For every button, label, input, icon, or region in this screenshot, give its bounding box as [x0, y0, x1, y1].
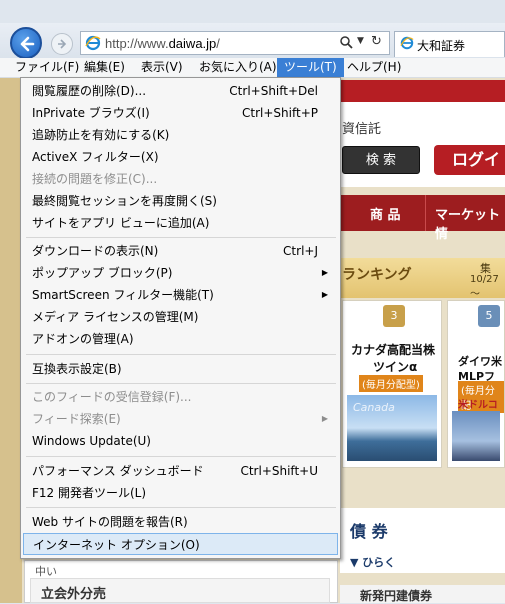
menu-item-delete-history[interactable]: 閲覧履歴の削除(D)... Ctrl+Shift+Del [23, 80, 338, 102]
forward-button[interactable] [51, 33, 73, 55]
menu-item-add-app-view[interactable]: サイトをアプリ ビューに追加(A) [23, 212, 338, 234]
ie-logo-icon [85, 35, 101, 51]
menu-item-smartscreen[interactable]: SmartScreen フィルター機能(T) ▶ [23, 284, 338, 306]
menu-item-inprivate[interactable]: InPrivate ブラウズ(I) Ctrl+Shift+P [23, 102, 338, 124]
refresh-icon[interactable]: ↻ [371, 34, 382, 49]
browser-navbar: http://www.daiwa.jp/ ▼ ↻ 大和証券 [0, 23, 505, 59]
back-arrow-icon [20, 36, 35, 52]
menu-separator [26, 456, 336, 457]
menu-separator [26, 383, 336, 384]
card-title-1: ダイワ米 [458, 355, 502, 368]
back-button[interactable] [10, 27, 42, 59]
menu-tools[interactable]: ツール(T) [277, 58, 344, 77]
address-url[interactable]: http://www.daiwa.jp/ [105, 36, 220, 51]
tab-title: 大和証券 [417, 39, 466, 53]
ranking-card-5[interactable]: 5 ダイワ米 MLPファン (毎月分配 米ドルコー [447, 300, 505, 468]
card-title-2: ツインα [373, 360, 418, 374]
bond-item-label: 新発円建債券 [360, 589, 433, 603]
menu-item-report-problem[interactable]: Web サイトの問題を報告(R) [23, 511, 338, 533]
menu-file[interactable]: ファイル(F) [8, 58, 86, 77]
site-nav-strip: 商 品 マーケット情 [340, 195, 505, 242]
menu-item-subscribe-feed: このフィードの受信登録(F)... [32, 390, 192, 404]
submenu-arrow-icon: ▶ [321, 268, 328, 277]
menu-item-downloads[interactable]: ダウンロードの表示(N) Ctrl+J [23, 240, 338, 262]
search-button[interactable]: 検 索 [342, 146, 420, 174]
ranking-card-3[interactable]: 3 カナダ高配当株 ツインα (毎月分配型) Canada [342, 300, 442, 468]
menu-item-tracking-protection[interactable]: 追跡防止を有効にする(K) [23, 124, 338, 146]
nav-products[interactable]: 商 品 [370, 204, 401, 223]
ie-logo-icon [400, 36, 414, 50]
menu-item-media-licenses[interactable]: メディア ライセンスの管理(M) [23, 306, 338, 328]
header-red-band [340, 80, 505, 102]
menu-item-internet-options[interactable]: インターネット オプション(O) [23, 533, 338, 555]
investment-trust-text: 資信託 [342, 122, 382, 137]
menu-item-feed-discovery: フィード探索(E) ▶ [23, 408, 338, 430]
card-image-text: Canada [353, 401, 395, 414]
forward-arrow-icon [58, 39, 67, 49]
bond-item[interactable]: 新発円建債券 [340, 585, 505, 603]
nav-separator [425, 195, 426, 231]
menu-item-manage-addons[interactable]: アドオンの管理(A) [23, 328, 338, 350]
menu-item-windows-update[interactable]: Windows Update(U) [23, 430, 338, 452]
bond-section: 債 券 ▼ ひらく [340, 508, 505, 573]
menu-view[interactable]: 表示(V) [134, 58, 190, 77]
menu-item-reopen-session[interactable]: 最終閲覧セッションを再度開く(S) [23, 190, 338, 212]
ranking-title: ランキング [342, 267, 412, 283]
menu-item-popup-blocker[interactable]: ポップアップ ブロック(P) ▶ [23, 262, 338, 284]
menu-bar: ファイル(F) 編集(E) 表示(V) お気に入り(A) ツール(T) ヘルプ(… [0, 58, 505, 78]
offering-title: 立会外分売 [41, 587, 107, 602]
menu-item-performance-dashboard[interactable]: パフォーマンス ダッシュボード Ctrl+Shift+U [23, 460, 338, 482]
menu-separator [26, 507, 336, 508]
search-icon[interactable] [339, 35, 353, 49]
card-image [452, 411, 500, 461]
login-button[interactable]: ログイ [434, 145, 505, 175]
submenu-arrow-icon: ▶ [321, 290, 328, 299]
offering-card[interactable]: 立会外分売 [30, 578, 330, 603]
menu-edit[interactable]: 編集(E) [77, 58, 132, 77]
menu-help[interactable]: ヘルプ(H) [340, 58, 408, 77]
submenu-arrow-icon: ▶ [321, 414, 328, 423]
menu-separator [26, 237, 336, 238]
crown-icon: 5 [478, 305, 500, 327]
browser-tab[interactable]: 大和証券 [394, 31, 505, 57]
card-badge: (毎月分配型) [359, 375, 423, 392]
menu-item-compat-view[interactable]: 互換表示設定(B) [23, 358, 338, 380]
menu-separator [26, 354, 336, 355]
card-title-1: カナダ高配当株 [351, 343, 436, 357]
menu-item-fix-connection: 接続の問題を修正(C)... [32, 172, 158, 186]
bond-title: 債 券 [350, 522, 388, 541]
menu-item-activex-filter[interactable]: ActiveX フィルター(X) [23, 146, 338, 168]
address-bar[interactable]: http://www.daiwa.jp/ ▼ ↻ [80, 31, 390, 55]
menu-favorites[interactable]: お気に入り(A) [192, 58, 284, 77]
dropdown-arrow-icon[interactable]: ▼ [357, 36, 364, 46]
page-left-border [0, 78, 22, 603]
nav-market[interactable]: マーケット情 [435, 204, 505, 242]
ranking-date-range: 10/27～ [470, 274, 499, 300]
ranking-header: ランキング 集 10/27～ [340, 258, 505, 300]
left-card-small: 中い [35, 565, 57, 578]
crown-icon: 3 [383, 305, 405, 327]
bond-expand-link[interactable]: ▼ ひらく [350, 554, 395, 570]
tools-menu: 閲覧履歴の削除(D)... Ctrl+Shift+Del InPrivate ブラ… [20, 77, 341, 559]
menu-item-f12-tools[interactable]: F12 開発者ツール(L) [23, 482, 338, 504]
